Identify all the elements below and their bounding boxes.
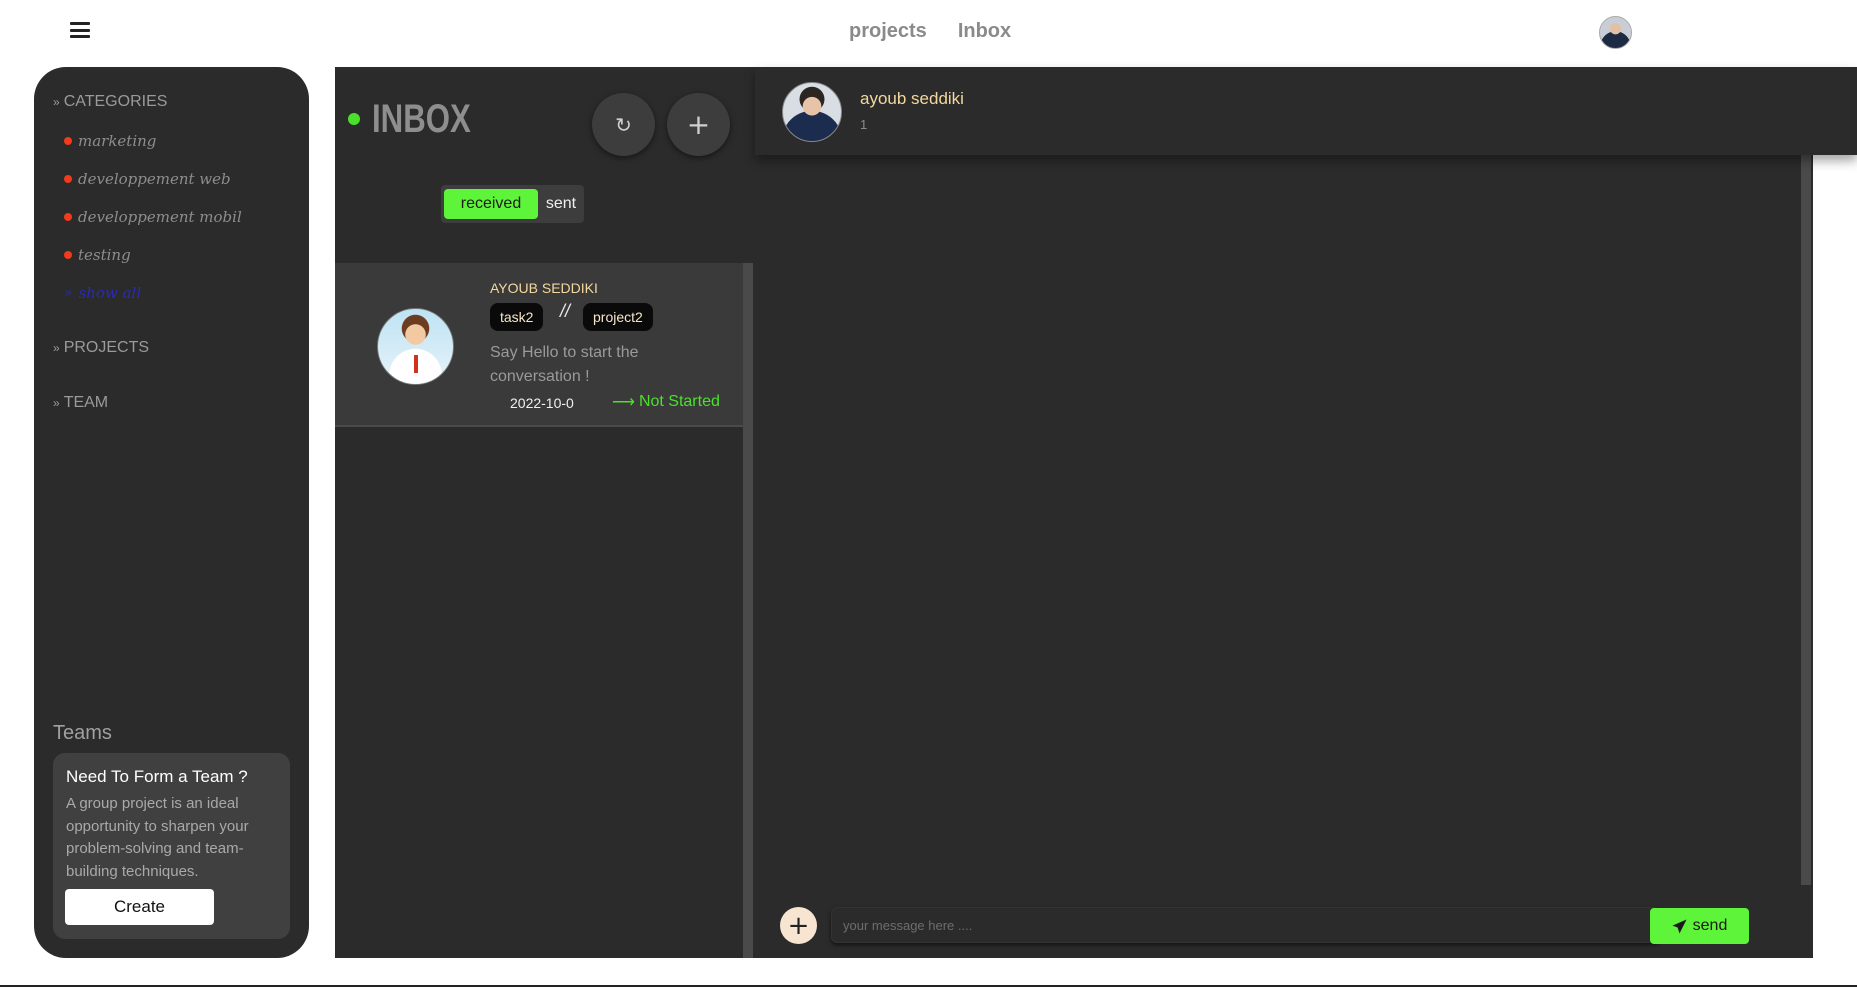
category-item-testing[interactable]: testing xyxy=(64,246,131,264)
category-item-marketing[interactable]: marketing xyxy=(64,132,156,150)
category-item-mobile[interactable]: developpement mobil xyxy=(64,208,242,226)
online-status-dot xyxy=(348,113,360,125)
chevron-right-icon: » xyxy=(53,341,60,355)
avatar xyxy=(782,82,842,142)
double-chevron-right-icon: » xyxy=(64,285,73,301)
new-message-button[interactable]: + xyxy=(667,93,730,156)
inbox-filter-toggle: received sent xyxy=(441,185,584,223)
message-preview: Say Hello to start the conversation ! xyxy=(490,344,639,385)
chevron-down-icon: » xyxy=(53,95,60,109)
show-all-label: show all xyxy=(78,284,142,302)
categories-section-toggle[interactable]: » CATEGORIES xyxy=(53,93,167,111)
hamburger-menu-icon[interactable] xyxy=(70,22,90,38)
category-dot-icon xyxy=(64,251,72,259)
show-all-link[interactable]: » show all xyxy=(64,284,141,302)
chat-panel: ayoub seddiki 1 + send xyxy=(755,67,1857,958)
status-label: Not Started xyxy=(638,393,720,410)
list-item[interactable]: AYOUB SEDDIKI task2 // project2 Say Hell… xyxy=(335,263,743,427)
sender-name: AYOUB SEDDIKI xyxy=(490,280,598,296)
message-date: 2022-10-0 xyxy=(510,395,574,411)
chat-scrollbar[interactable] xyxy=(1801,155,1811,885)
inbox-title: INBOX xyxy=(372,97,471,141)
inbox-panel: INBOX ↻ + received sent AYOUB SEDDIKI ta… xyxy=(335,67,755,958)
category-label: developpement web xyxy=(78,170,231,188)
category-dot-icon xyxy=(64,213,72,221)
chevron-right-icon: » xyxy=(53,396,60,410)
category-dot-icon xyxy=(64,175,72,183)
avatar xyxy=(377,308,454,385)
status-badge: ⟶ Not Started xyxy=(612,392,720,412)
top-bar: projects Inbox xyxy=(0,0,1857,66)
create-team-button[interactable]: Create xyxy=(65,889,214,925)
message-list: AYOUB SEDDIKI task2 // project2 Say Hell… xyxy=(335,263,755,958)
team-card-description: A group project is an ideal opportunity … xyxy=(66,795,249,880)
team-section-toggle[interactable]: » TEAM xyxy=(53,394,108,412)
top-nav: projects Inbox xyxy=(849,20,1011,43)
projects-title: PROJECTS xyxy=(63,339,150,356)
refresh-icon: ↻ xyxy=(615,112,632,137)
team-card-title: Need To Form a Team ? xyxy=(66,767,248,786)
team-title: TEAM xyxy=(63,394,109,411)
projects-section-toggle[interactable]: » PROJECTS xyxy=(53,339,149,357)
chat-header: ayoub seddiki 1 xyxy=(755,67,1857,155)
plus-icon: + xyxy=(686,108,711,141)
page-bottom-border xyxy=(0,985,1857,987)
plus-icon: + xyxy=(787,910,810,941)
chat-contact-subtitle: 1 xyxy=(860,117,868,132)
tab-received[interactable]: received xyxy=(444,189,538,219)
category-item-web[interactable]: developpement web xyxy=(64,170,231,188)
user-avatar[interactable] xyxy=(1599,16,1632,49)
project-badge: project2 xyxy=(583,303,653,331)
sidebar: » CATEGORIES marketing developpement web… xyxy=(34,67,309,958)
arrow-right-icon: ⟶ xyxy=(612,394,635,411)
refresh-button[interactable]: ↻ xyxy=(592,93,655,156)
send-label: send xyxy=(1692,917,1728,934)
tab-sent[interactable]: sent xyxy=(539,189,583,219)
team-promo-card: Need To Form a Team ? A group project is… xyxy=(53,753,290,939)
nav-projects-link[interactable]: projects xyxy=(849,20,927,43)
category-label: testing xyxy=(78,246,131,264)
paper-plane-icon xyxy=(1672,918,1687,934)
list-scrollbar[interactable] xyxy=(743,263,753,958)
nav-inbox-link[interactable]: Inbox xyxy=(958,20,1011,43)
task-badge: task2 xyxy=(490,303,544,331)
attach-button[interactable]: + xyxy=(780,907,817,944)
teams-heading: Teams xyxy=(53,722,112,744)
send-button[interactable]: send xyxy=(1650,908,1749,944)
category-label: marketing xyxy=(78,132,157,150)
chat-contact-name: ayoub seddiki xyxy=(860,89,964,108)
category-label: developpement mobil xyxy=(78,208,242,226)
category-dot-icon xyxy=(64,137,72,145)
categories-title: CATEGORIES xyxy=(63,93,168,110)
message-input[interactable] xyxy=(831,907,1660,943)
tag-separator: // xyxy=(560,301,571,321)
